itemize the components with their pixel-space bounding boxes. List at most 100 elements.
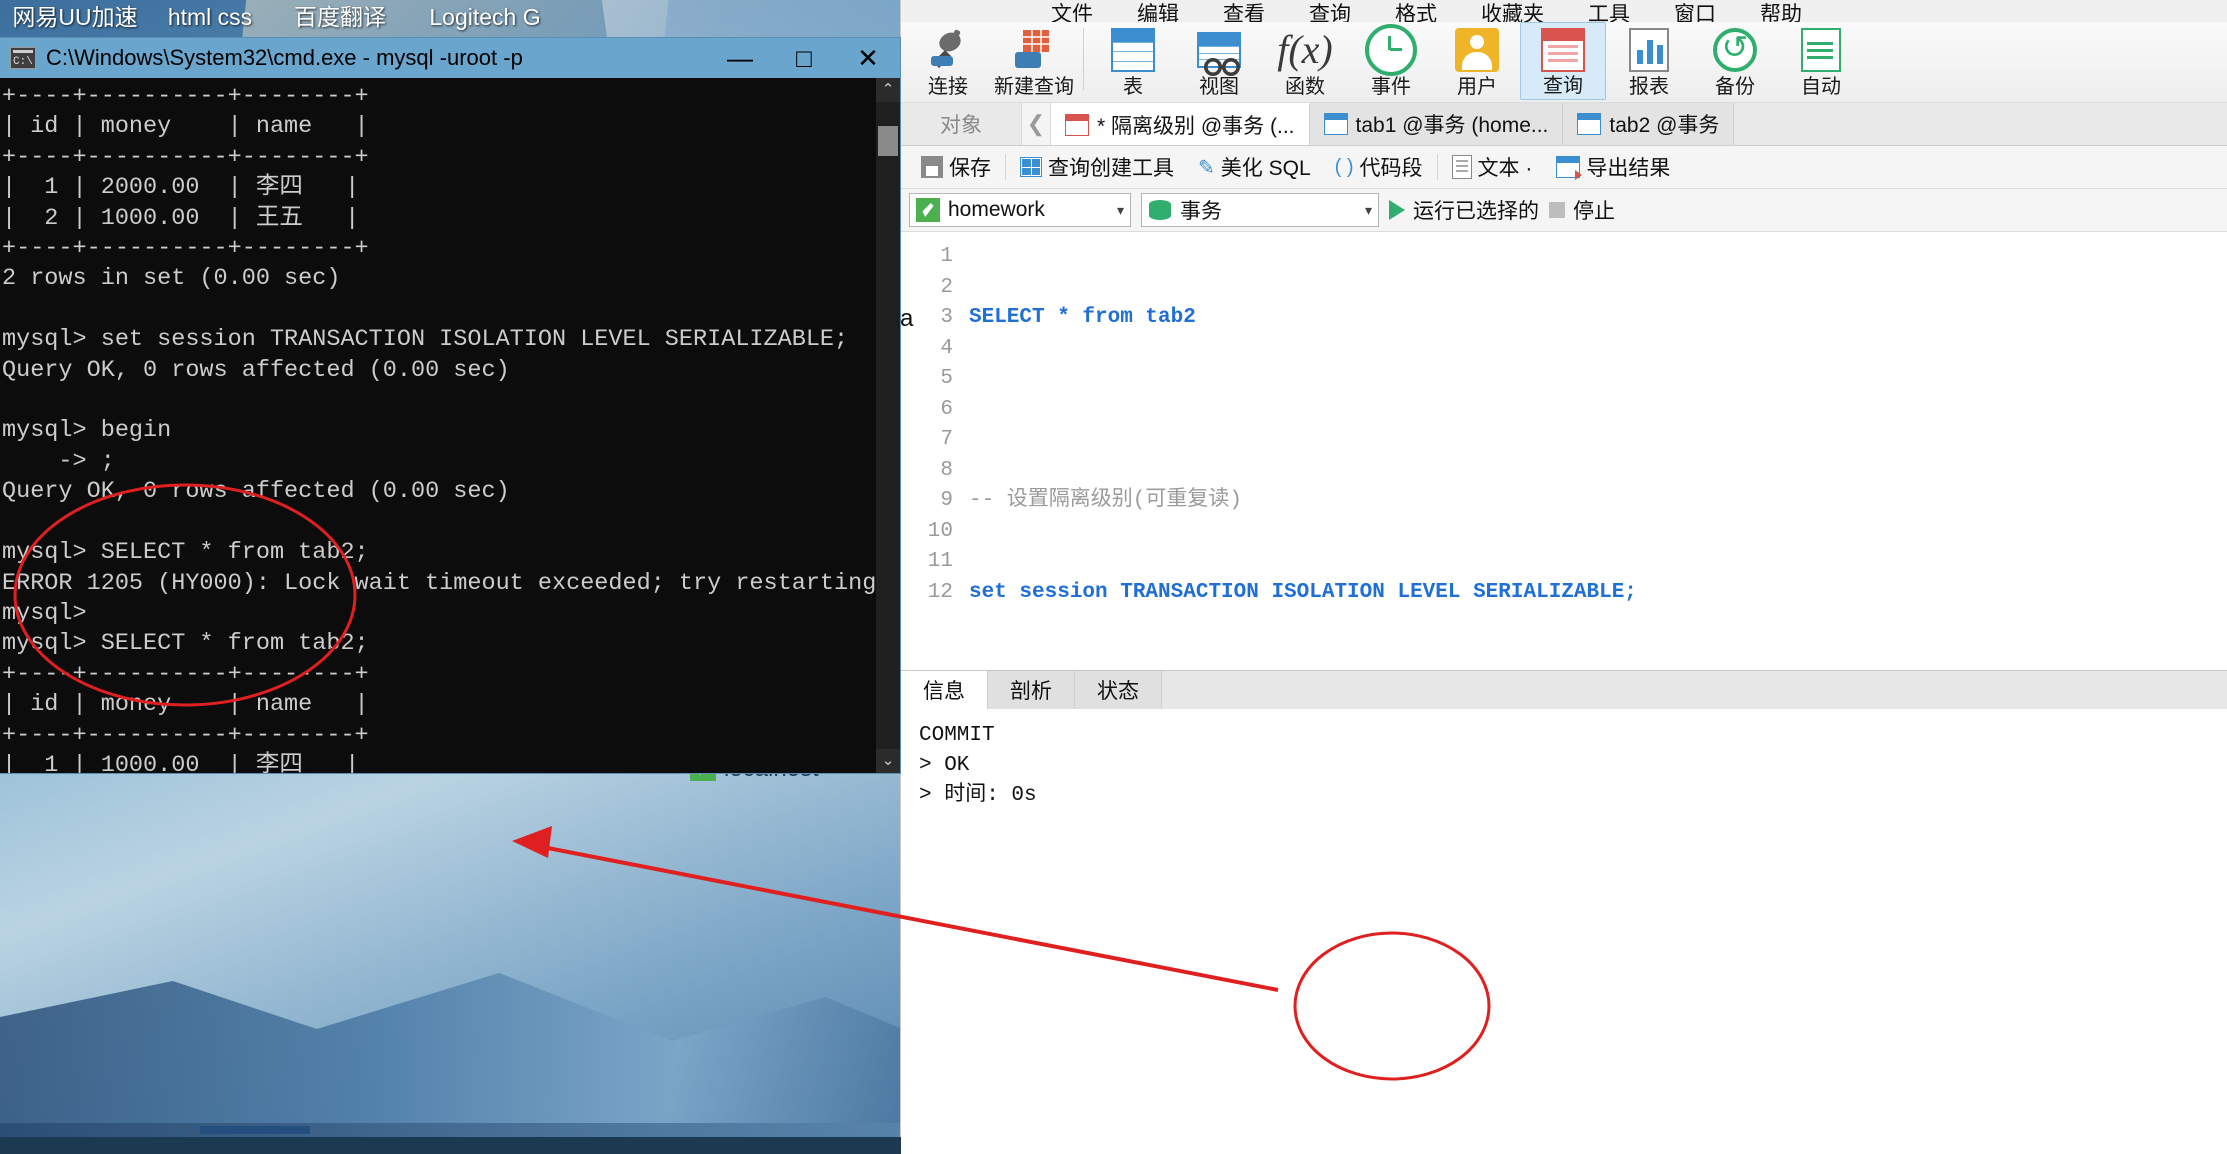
- scroll-down-icon[interactable]: ⌄: [876, 749, 900, 773]
- result-panel: COMMIT > OK > 时间: 0s: [901, 709, 2227, 1154]
- database-select[interactable]: homework ▾: [909, 193, 1131, 227]
- toolbar-query-label: 查询: [1543, 75, 1583, 97]
- line-number: 12: [927, 580, 953, 604]
- plug-icon: [925, 26, 971, 74]
- cmd-title-text: C:\Windows\System32\cmd.exe - mysql -uro…: [46, 45, 523, 70]
- desktop-bottom-strip: [0, 1123, 960, 1137]
- scrollbar-thumb[interactable]: [878, 126, 898, 156]
- snippet-icon: ( ): [1334, 155, 1354, 178]
- desktop-shortcut-baidu-translate[interactable]: 百度翻译: [270, 2, 410, 32]
- schema-select[interactable]: 事务 ▾: [1141, 193, 1379, 227]
- line-number: 8: [940, 458, 953, 482]
- minimize-button[interactable]: —: [708, 38, 772, 78]
- save-icon: [921, 156, 943, 178]
- cmd-titlebar[interactable]: C:\Windows\System32\cmd.exe - mysql -uro…: [0, 38, 900, 78]
- database-select-value: homework: [948, 198, 1045, 221]
- scroll-up-icon[interactable]: ⌃: [876, 78, 900, 102]
- beautify-icon: ✎: [1198, 156, 1215, 179]
- maximize-button[interactable]: □: [772, 38, 836, 78]
- tab-status[interactable]: 状态: [1075, 671, 1162, 709]
- save-button[interactable]: 保存: [909, 150, 1003, 184]
- chevron-down-icon: ▾: [1116, 201, 1124, 218]
- snippet-button[interactable]: ( ) 代码段: [1323, 150, 1435, 184]
- cmd-body[interactable]: +----+----------+--------+ | id | money …: [0, 78, 900, 773]
- toolbar-backup[interactable]: 备份: [1692, 22, 1778, 104]
- toolbar-connection-label: 连接: [928, 76, 968, 98]
- tab-tab2-label: tab2 @事务: [1609, 114, 1720, 137]
- beautify-sql-label: 美化 SQL: [1220, 157, 1311, 180]
- toolbar-table-label: 表: [1123, 76, 1143, 98]
- text-button-label: 文本 ·: [1477, 157, 1533, 180]
- result-tabs: 信息 剖析 状态: [901, 670, 2227, 709]
- toolbar-event-label: 事件: [1371, 76, 1411, 98]
- cmd-window-controls: — □ ✕: [708, 38, 900, 78]
- text-button[interactable]: 文本 ·: [1440, 150, 1545, 184]
- menu-help[interactable]: 帮助: [1760, 4, 1802, 22]
- sql-editor[interactable]: 1 2 3 4 5 6 7 8 9 10 11 12 SELECT * from…: [901, 232, 2227, 670]
- menu-favorites[interactable]: 收藏夹: [1481, 4, 1544, 22]
- toolbar-event[interactable]: 事件: [1348, 22, 1434, 104]
- result-line-time: > 时间: 0s: [919, 784, 1037, 807]
- line-number: 6: [940, 397, 953, 421]
- line-number: 5: [940, 367, 953, 390]
- code-line-1: SELECT * from tab2: [969, 303, 2227, 334]
- toolbar-view[interactable]: 视图: [1176, 22, 1262, 104]
- report-icon: [1629, 26, 1669, 74]
- run-selected-label: 运行已选择的: [1413, 200, 1539, 223]
- chevron-down-icon: ▾: [1364, 201, 1372, 218]
- menu-file[interactable]: 文件: [1051, 4, 1093, 22]
- view-icon: [1197, 26, 1241, 76]
- schema-select-value: 事务: [1180, 200, 1222, 223]
- editor-gutter: 1 2 3 4 5 6 7 8 9 10 11 12: [901, 232, 959, 670]
- query-builder-button[interactable]: 查询创建工具: [1008, 150, 1186, 184]
- text-icon: [1451, 155, 1472, 179]
- menu-window[interactable]: 窗口: [1674, 4, 1716, 22]
- toolbar-report[interactable]: 报表: [1606, 22, 1692, 104]
- objects-button[interactable]: 对象: [901, 103, 1021, 145]
- backup-icon: [1713, 26, 1757, 74]
- desktop-shortcut-htmlcss[interactable]: html css: [150, 2, 270, 32]
- tab-tab1[interactable]: tab1 @事务 (home...: [1309, 103, 1564, 145]
- table-icon: [1111, 26, 1155, 74]
- play-icon: [1389, 200, 1405, 220]
- menu-view[interactable]: 查看: [1223, 4, 1265, 22]
- line-number: 2: [940, 275, 953, 299]
- export-result-button[interactable]: 导出结果: [1544, 150, 1682, 184]
- cmd-scrollbar[interactable]: ⌃ ⌄: [876, 78, 900, 773]
- toolbar-report-label: 报表: [1629, 76, 1669, 98]
- menu-edit[interactable]: 编辑: [1137, 4, 1179, 22]
- menu-tools[interactable]: 工具: [1588, 4, 1630, 22]
- snippet-label: 代码段: [1359, 157, 1423, 180]
- chevron-left-icon[interactable]: ❮: [1021, 103, 1051, 145]
- stop-button[interactable]: 停止: [1549, 195, 1615, 225]
- menu-format[interactable]: 格式: [1395, 4, 1437, 22]
- tab-tab2[interactable]: tab2 @事务: [1563, 103, 1735, 145]
- editor-code[interactable]: SELECT * from tab2 -- 设置隔离级别(可重复读) set s…: [959, 232, 2227, 670]
- code-line-3-text: -- 设置隔离级别(可重复读): [969, 489, 1243, 512]
- tab-profile[interactable]: 剖析: [988, 671, 1075, 709]
- beautify-sql-button[interactable]: ✎ 美化 SQL: [1186, 150, 1323, 184]
- toolbar-new-query[interactable]: 新建查询: [991, 22, 1077, 104]
- run-selected-button[interactable]: 运行已选择的: [1389, 195, 1539, 225]
- event-clock-icon: [1365, 24, 1417, 76]
- toolbar-table[interactable]: 表: [1090, 22, 1176, 104]
- menu-query[interactable]: 查询: [1309, 4, 1351, 22]
- line-number: 1: [940, 245, 953, 268]
- toolbar-automation[interactable]: 自动: [1778, 22, 1864, 104]
- line-number: 11: [927, 550, 953, 573]
- sql-toolbar: 保存 查询创建工具 ✎ 美化 SQL ( ) 代码段 文本 · 导出结果: [901, 146, 2227, 189]
- table-tab-icon: [1323, 113, 1348, 135]
- cmd-window: C:\Windows\System32\cmd.exe - mysql -uro…: [0, 38, 900, 773]
- tab-info[interactable]: 信息: [901, 671, 988, 709]
- toolbar-connection[interactable]: 连接: [905, 22, 991, 104]
- close-button[interactable]: ✕: [836, 38, 900, 78]
- toolbar-separator: [1083, 28, 1084, 90]
- partial-text-a: a: [900, 305, 914, 332]
- toolbar-query[interactable]: 查询: [1520, 22, 1606, 100]
- toolbar-user[interactable]: 用户: [1434, 22, 1520, 104]
- toolbar-new-query-label: 新建查询: [994, 76, 1074, 98]
- navicat-tabs-row: 对象 ❮ * 隔离级别 @事务 (... tab1 @事务 (home... t…: [901, 103, 2227, 146]
- toolbar-function[interactable]: f(x) 函数: [1262, 22, 1348, 104]
- toolbar-automation-label: 自动: [1801, 76, 1841, 98]
- tab-isolation-level[interactable]: * 隔离级别 @事务 (...: [1051, 103, 1310, 145]
